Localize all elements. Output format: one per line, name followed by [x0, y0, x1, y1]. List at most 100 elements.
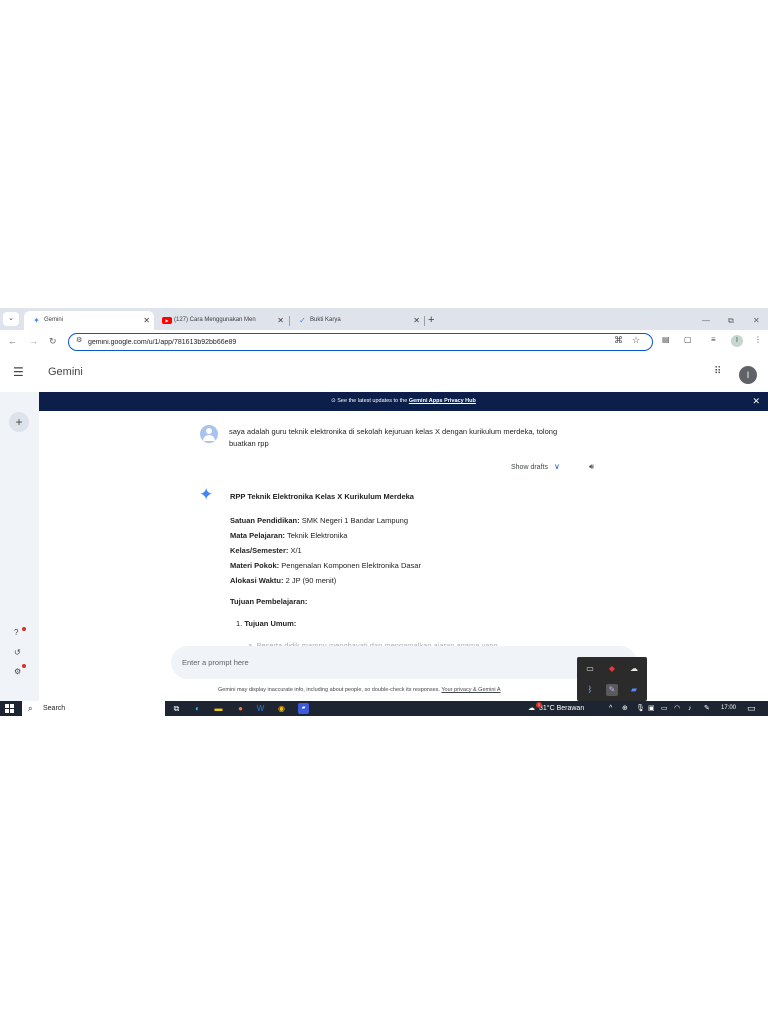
bookmark-star-icon[interactable]: ☆: [632, 335, 640, 346]
translate-icon[interactable]: ⌘: [614, 335, 623, 346]
notification-center-icon[interactable]: ▭: [747, 701, 756, 716]
tab-bukti-karya[interactable]: ✓ Bukti Karya ✕: [290, 311, 424, 330]
taskbar-search[interactable]: ⌕ Search: [22, 701, 165, 716]
show-hidden-icons-chevron[interactable]: ^: [609, 701, 612, 716]
clock-time[interactable]: 17:00: [721, 701, 736, 716]
tray-window-icon[interactable]: ▣: [648, 701, 655, 716]
reading-list-icon[interactable]: ▤: [662, 335, 670, 344]
gemini-spark-icon: ✦: [199, 485, 214, 504]
tab-close-icon[interactable]: ✕: [277, 311, 284, 330]
file-explorer-icon[interactable]: ▬: [213, 703, 224, 714]
chrome-icon[interactable]: ◉: [276, 703, 287, 714]
check-logo-icon: ✓: [299, 316, 306, 325]
edge-icon[interactable]: ◐: [192, 703, 203, 714]
help-notification-dot: [22, 627, 26, 631]
privacy-link[interactable]: Your privacy & Gemini A: [441, 687, 500, 693]
tab-title: Bukti Karya: [310, 317, 341, 323]
user-message: saya adalah guru teknik elektronika di s…: [229, 427, 558, 448]
tray-bluetooth-icon[interactable]: ᛒ: [584, 684, 596, 696]
wifi-icon[interactable]: ◠: [674, 701, 680, 716]
browser-tab-strip: ⌄ ✦ Gemini ✕ ▶ (127) Cara Menggunakan Me…: [0, 308, 768, 330]
response-row: Alokasi Waktu: 2 JP (90 menit): [230, 576, 337, 585]
search-label: Search: [43, 705, 66, 712]
more-menu-icon[interactable]: ⋮: [754, 335, 762, 344]
microphone-icon[interactable]: 🎙︎: [636, 701, 645, 716]
prompt-input[interactable]: [182, 656, 582, 669]
weather-badge: 1: [536, 702, 542, 708]
gemini-app-bar: ☰ Gemini ⠿ I: [0, 352, 768, 392]
tab-title: Gemini: [44, 317, 64, 323]
privacy-hub-link[interactable]: Gemini Apps Privacy Hub: [409, 398, 476, 404]
screenshot-area: ⌄ ✦ Gemini ✕ ▶ (127) Cara Menggunakan Me…: [0, 308, 768, 716]
firefox-icon[interactable]: ●: [235, 703, 246, 714]
tab-close-icon[interactable]: ✕: [413, 311, 420, 330]
activity-history-icon[interactable]: ↺: [14, 648, 21, 657]
tab-separator: [424, 316, 425, 326]
chevron-down-icon: ∨: [553, 462, 560, 471]
tray-pen-icon[interactable]: ✎: [606, 684, 618, 696]
help-icon[interactable]: ?: [14, 628, 18, 637]
restore-icon[interactable]: ⧉: [728, 311, 734, 330]
volume-icon[interactable]: ♪: [688, 701, 692, 716]
search-icon: ⌕: [28, 704, 33, 713]
battery-icon[interactable]: ▭: [661, 701, 668, 716]
taskbar-app-icon[interactable]: ▰: [298, 703, 309, 714]
hidden-icons-tray: ▭ ◆ ☁ ᛒ ✎ ▰: [577, 657, 647, 701]
word-icon[interactable]: W: [255, 703, 266, 714]
tray-app-icon[interactable]: ▰: [628, 684, 640, 696]
site-settings-icon[interactable]: ⚙: [76, 336, 82, 344]
windows-taskbar: ⌕ Search ⧉ ◐ ▬ ● W ◉ ▰ ☁ 31°C Berawan 1 ^…: [0, 701, 768, 716]
hamburger-menu-icon[interactable]: ☰: [13, 365, 24, 379]
forward-arrow-icon[interactable]: →: [29, 334, 38, 348]
url-input[interactable]: [88, 336, 588, 348]
settings-gear-icon[interactable]: ⚙: [14, 667, 21, 676]
tab-close-icon[interactable]: ✕: [143, 311, 150, 330]
cloud-weather-icon: ☁: [528, 705, 535, 712]
back-arrow-icon[interactable]: ←: [8, 334, 17, 348]
response-row: Materi Pokok: Pengenalan Komponen Elektr…: [230, 561, 421, 570]
settings-notification-dot: [22, 664, 26, 668]
tray-cloud-icon[interactable]: ☁: [628, 663, 640, 675]
task-view-icon[interactable]: ⧉: [171, 703, 182, 714]
browser-toolbar: ← → ↻ ⚙ ⌘ ☆ ▤ ▢ ≡ I ⋮: [0, 330, 768, 352]
queue-music-icon[interactable]: ≡: [711, 335, 716, 344]
banner-text: See the latest updates to the: [337, 398, 409, 404]
tab-search-chevron-icon[interactable]: ⌄: [3, 312, 19, 326]
response-row: Satuan Pendidikan: SMK Negeri 1 Bandar L…: [230, 516, 409, 525]
address-bar[interactable]: ⚙ ⌘ ☆: [68, 333, 653, 351]
tab-title: (127) Cara Menggunakan Men: [174, 317, 256, 323]
extensions-icon[interactable]: ▢: [684, 335, 692, 344]
pen-tray-icon[interactable]: ✎: [704, 701, 710, 716]
gemini-response: RPP Teknik Elektronika Kelas X Kurikulum…: [230, 491, 650, 652]
profile-avatar[interactable]: I: [731, 335, 743, 347]
tray-chat-icon[interactable]: ▭: [584, 663, 596, 675]
minimize-icon[interactable]: —: [702, 311, 710, 330]
windows-start-icon[interactable]: [5, 704, 15, 713]
prompt-box[interactable]: [171, 646, 637, 679]
response-row: Mata Pelajaran: Teknik Elektronika: [230, 531, 348, 540]
new-chat-plus-icon[interactable]: +: [9, 412, 29, 432]
response-numbered-item: 1. Tujuan Umum:: [236, 619, 297, 628]
response-section-heading: Tujuan Pembelajaran:: [230, 597, 308, 606]
banner-close-icon[interactable]: ✕: [752, 392, 760, 411]
response-row: Kelas/Semester: X/1: [230, 546, 302, 555]
account-avatar[interactable]: I: [739, 366, 757, 384]
show-drafts-button[interactable]: Show drafts ∨: [511, 462, 560, 473]
disclaimer-text: Gemini may display inaccurate info, incl…: [218, 687, 442, 693]
close-window-icon[interactable]: ✕: [753, 311, 760, 330]
youtube-icon: ▶: [162, 317, 172, 324]
show-drafts-label: Show drafts: [511, 464, 548, 471]
weather-text: 31°C Berawan: [539, 705, 585, 712]
reload-icon[interactable]: ↻: [49, 334, 57, 348]
tray-shield-icon[interactable]: ◆: [606, 663, 618, 675]
google-apps-icon[interactable]: ⠿: [714, 366, 721, 377]
disclaimer: Gemini may display inaccurate info, incl…: [218, 686, 501, 694]
tab-youtube[interactable]: ▶ (127) Cara Menggunakan Men ✕: [154, 311, 288, 330]
tab-gemini[interactable]: ✦ Gemini ✕: [24, 311, 154, 330]
network-tray-icon[interactable]: ⊕: [622, 701, 628, 716]
speaker-icon[interactable]: 🔊︎: [589, 462, 594, 472]
new-tab-icon[interactable]: +: [428, 311, 434, 330]
response-title: RPP Teknik Elektronika Kelas X Kurikulum…: [230, 492, 414, 501]
privacy-banner: ⊙ See the latest updates to the Gemini A…: [39, 392, 768, 411]
gemini-brand: Gemini: [48, 366, 83, 378]
